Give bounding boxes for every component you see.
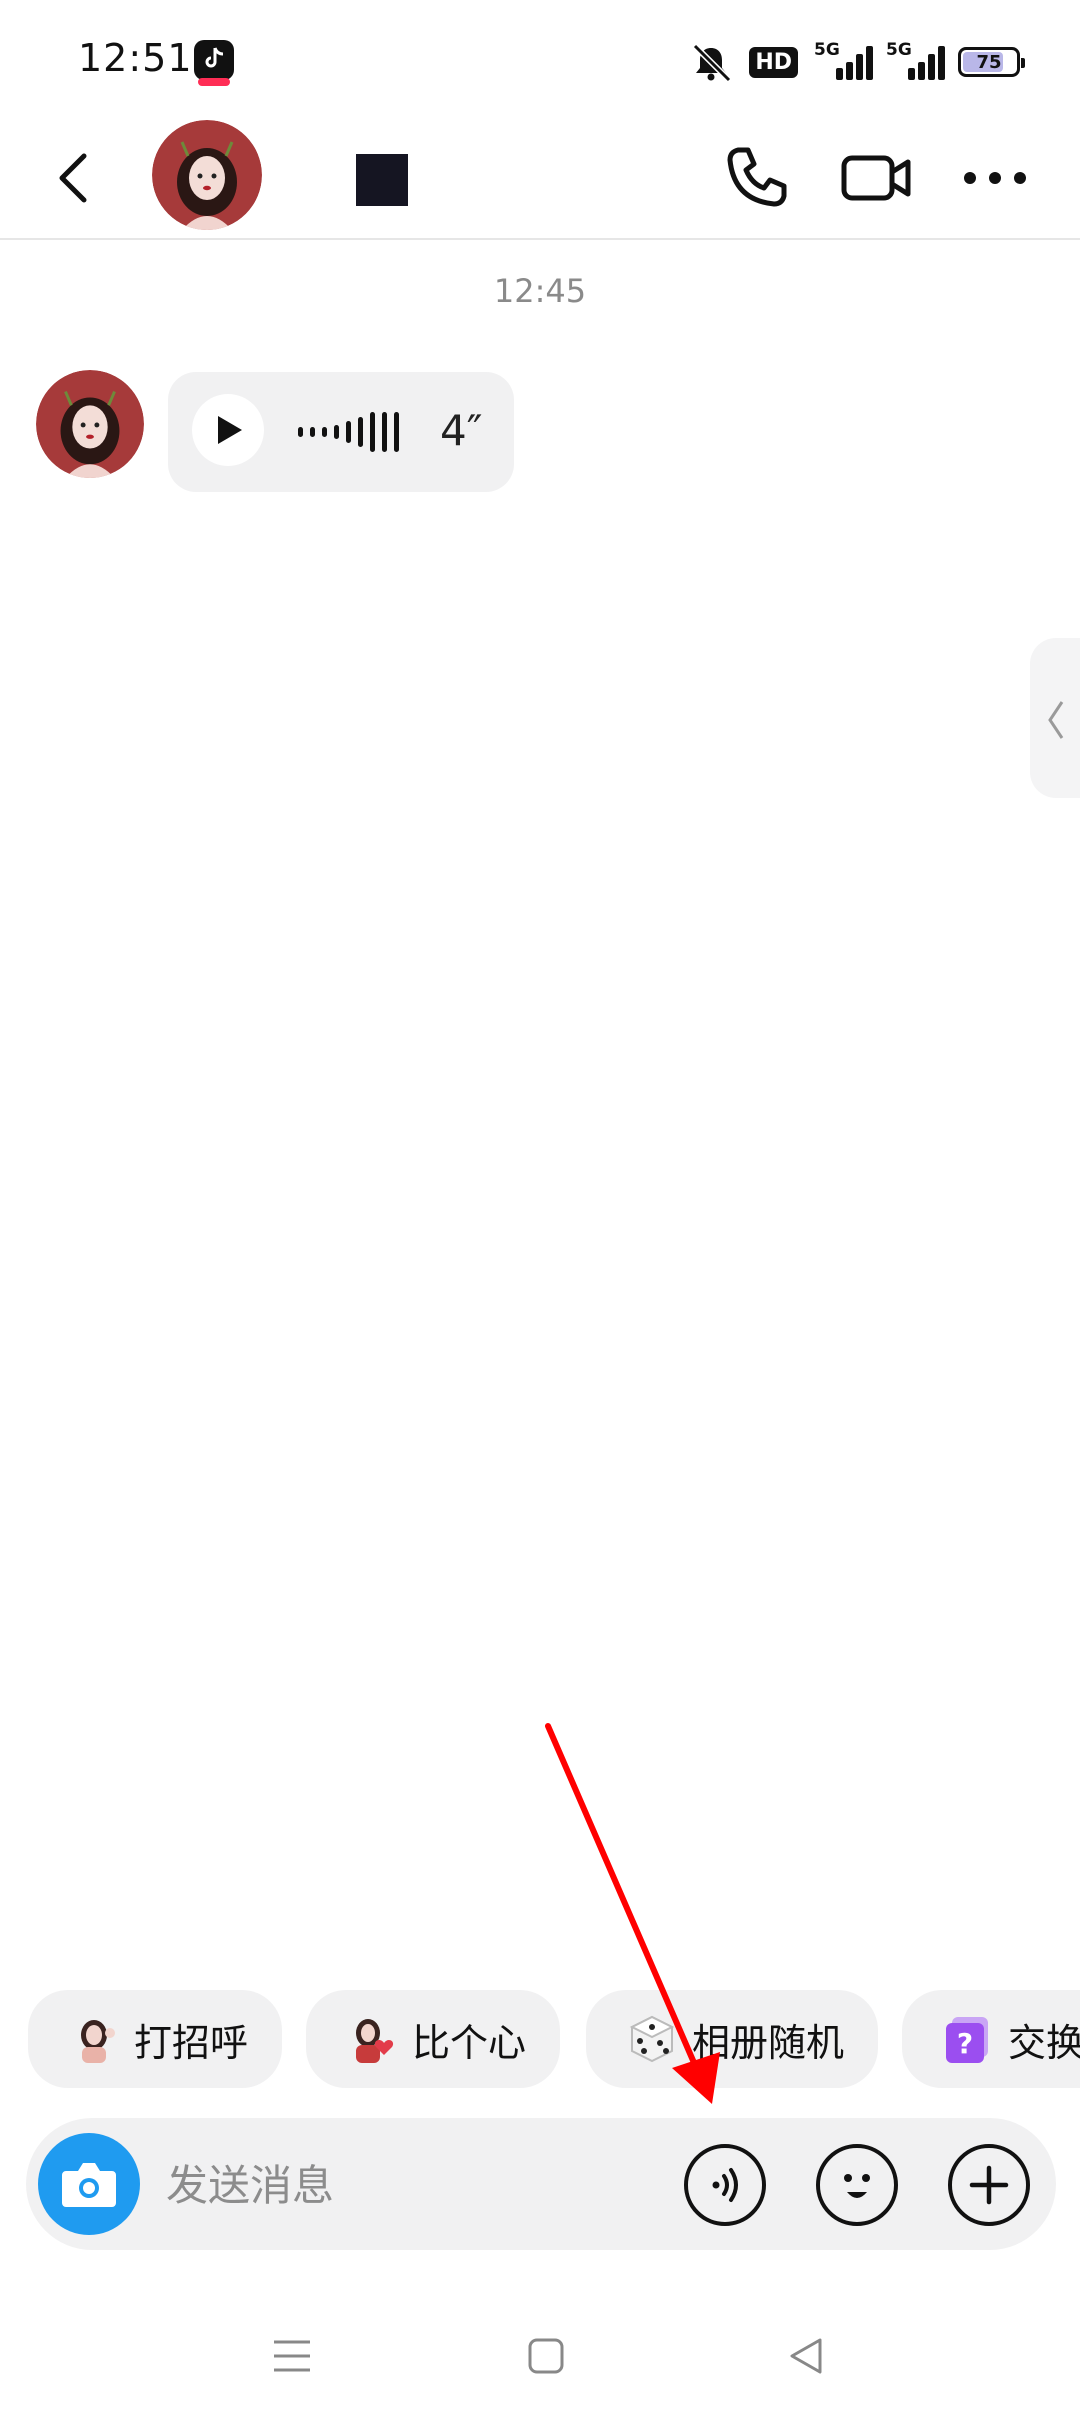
signal-label: 5G [886,40,912,60]
plus-icon [969,2165,1009,2205]
avatar-illustration [36,370,144,478]
system-nav-bar [0,2300,1080,2412]
emoji-button[interactable] [816,2144,898,2226]
quick-reply-label: 打招呼 [134,2020,249,2065]
voice-input-button[interactable] [684,2144,766,2226]
wave-sticker-icon [68,2013,120,2065]
svg-text:?: ? [957,2027,973,2060]
quick-reply-chip[interactable]: 相册随机 [586,1990,878,2088]
battery-level: 75 [976,51,1002,73]
heart-sticker-icon [346,2013,398,2065]
phone-icon [727,147,787,207]
quick-reply-chip[interactable]: 打招呼 [28,1990,282,2088]
video-camera-icon [841,155,911,201]
hd-label: HD [755,49,792,75]
plus-button[interactable] [948,2144,1030,2226]
quick-reply-chip[interactable]: 比个心 [306,1990,560,2088]
emoji-face-icon [844,2174,870,2198]
voice-call-button[interactable] [720,142,792,218]
play-button[interactable] [192,394,264,466]
dice-icon [626,2013,678,2065]
camera-icon [62,2163,116,2207]
question-box-icon: ? [942,2013,994,2065]
chevron-left-icon [1048,701,1064,739]
quick-reply-label: 交换 [1008,2020,1080,2065]
more-button[interactable] [962,150,1028,210]
video-call-button[interactable] [840,142,914,218]
chevron-left-icon [59,153,87,203]
system-back-button[interactable] [786,2336,826,2380]
home-button[interactable] [526,2336,566,2380]
play-icon [218,416,242,444]
message-input-bar [26,2118,1056,2250]
status-bar: 12:51 HD 5G 5G 75 [0,0,1080,120]
quick-reply-chip[interactable]: ? 交换 [902,1990,1080,2088]
back-triangle-icon [790,2338,822,2374]
tiktok-notification-icon [194,40,234,86]
home-square-icon [528,2338,564,2374]
contact-avatar[interactable] [152,120,262,230]
voice-input-icon [712,2168,738,2202]
avatar-illustration [152,120,262,230]
signal-label: 5G [814,40,840,60]
more-dots-icon [964,172,1026,184]
battery-icon: 75 [958,47,1025,77]
hd-icon: HD [749,46,798,78]
message-input[interactable] [164,2148,648,2222]
voice-message-bubble[interactable]: 4″ [168,372,514,492]
recent-apps-button[interactable] [270,2336,314,2380]
contact-name-redacted [356,154,408,206]
menu-icon [274,2340,310,2372]
message-timestamp: 12:45 [493,272,587,310]
camera-button[interactable] [38,2133,140,2235]
voice-duration: 4″ [440,406,483,455]
chat-header [0,120,1080,240]
back-button[interactable] [52,148,98,208]
sender-avatar[interactable] [36,370,144,478]
signal-icon: 5G [814,40,873,80]
signal-icon: 5G [886,40,945,80]
status-time: 12:51 [78,36,193,80]
side-drawer-handle[interactable] [1030,638,1080,798]
waveform-icon [298,410,399,454]
quick-reply-label: 相册随机 [692,2020,845,2065]
mute-bell-icon [693,43,732,82]
quick-reply-row: 打招呼 比个心 相册随机 ? 交换 [0,1990,1080,2090]
quick-reply-label: 比个心 [412,2020,527,2065]
